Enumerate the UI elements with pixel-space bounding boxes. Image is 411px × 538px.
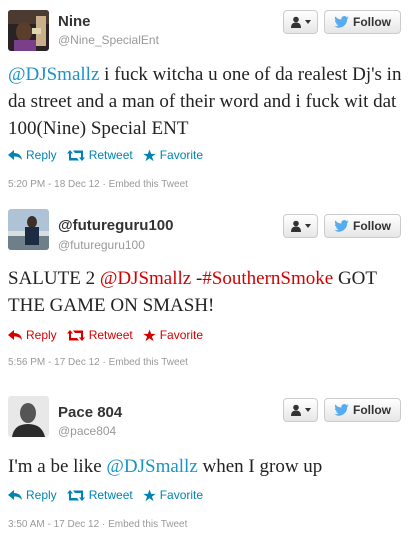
tweet-3: Pace 804 @pace804 Follow I'm a be like @…: [0, 387, 411, 538]
tweet-actions: Reply Retweet Favorite: [8, 488, 203, 502]
follow-label: Follow: [353, 403, 391, 417]
retweet-button[interactable]: Retweet: [66, 488, 133, 502]
embed-link[interactable]: Embed this Tweet: [109, 179, 188, 190]
retweet-label: Retweet: [88, 328, 133, 342]
chevron-down-icon: [305, 20, 311, 24]
user-handle[interactable]: @pace804: [58, 424, 116, 438]
avatar[interactable]: [8, 10, 49, 51]
hashtag-link[interactable]: #SouthernSmoke: [202, 268, 333, 289]
text-segment: SALUTE 2: [8, 268, 100, 289]
tweet-text: @DJSmallz i fuck witcha u one of da real…: [8, 61, 403, 142]
follow-button[interactable]: Follow: [324, 398, 401, 422]
retweet-icon: [66, 489, 85, 501]
separator: ·: [101, 519, 106, 530]
timestamp[interactable]: 3:50 AM - 17 Dec 12: [8, 519, 99, 530]
timestamp[interactable]: 5:20 PM - 18 Dec 12: [8, 179, 100, 190]
favorite-label: Favorite: [159, 328, 204, 342]
follow-button[interactable]: Follow: [324, 214, 401, 238]
favorite-button[interactable]: Favorite: [142, 488, 204, 502]
avatar[interactable]: [8, 396, 49, 437]
timestamp[interactable]: 5:56 PM - 17 Dec 12: [8, 357, 100, 368]
avatar[interactable]: [8, 209, 49, 250]
user-name[interactable]: Pace 804: [58, 404, 122, 421]
retweet-button[interactable]: Retweet: [66, 328, 133, 342]
tweet-text: I'm a be like @DJSmallz when I grow up: [8, 453, 403, 480]
user-actions-button[interactable]: [283, 398, 318, 422]
tweet-text: SALUTE 2 @DJSmallz -#SouthernSmoke GOT T…: [8, 265, 403, 319]
star-icon: [142, 329, 156, 341]
embed-link[interactable]: Embed this Tweet: [108, 519, 187, 530]
user-handle[interactable]: @futureguru100: [58, 238, 145, 252]
separator: ·: [102, 179, 106, 190]
reply-button[interactable]: Reply: [8, 328, 57, 342]
reply-label: Reply: [26, 328, 57, 342]
reply-button[interactable]: Reply: [8, 148, 57, 162]
person-icon: [291, 220, 301, 232]
user-actions-button[interactable]: [283, 214, 318, 238]
favorite-label: Favorite: [159, 148, 204, 162]
tweet-meta: 3:50 AM - 17 Dec 12 · Embed this Tweet: [8, 519, 187, 530]
chevron-down-icon: [305, 408, 311, 412]
retweet-label: Retweet: [88, 488, 133, 502]
reply-button[interactable]: Reply: [8, 488, 57, 502]
tweet-1: Nine @Nine_SpecialEnt Follow @DJSmallz i…: [0, 0, 411, 190]
favorite-button[interactable]: Favorite: [142, 148, 204, 162]
tweet-meta: 5:20 PM - 18 Dec 12 · Embed this Tweet: [8, 179, 188, 190]
favorite-button[interactable]: Favorite: [142, 328, 204, 342]
star-icon: [142, 489, 156, 501]
user-name[interactable]: Nine: [58, 13, 91, 30]
mention-link[interactable]: @DJSmallz: [100, 268, 191, 289]
retweet-label: Retweet: [88, 148, 133, 162]
tweet-actions: Reply Retweet Favorite: [8, 328, 203, 342]
follow-label: Follow: [353, 15, 391, 29]
user-actions-button[interactable]: [283, 10, 318, 34]
star-icon: [142, 149, 156, 161]
tweet-meta: 5:56 PM - 17 Dec 12 · Embed this Tweet: [8, 357, 188, 368]
twitter-bird-icon: [334, 404, 349, 416]
embed-link[interactable]: Embed this Tweet: [109, 357, 188, 368]
retweet-icon: [66, 149, 85, 161]
text-segment: -: [191, 268, 203, 289]
tweet-2: @futureguru100 @futureguru100 Follow SAL…: [0, 200, 411, 375]
user-handle[interactable]: @Nine_SpecialEnt: [58, 33, 159, 47]
person-icon: [291, 404, 301, 416]
user-name[interactable]: @futureguru100: [58, 217, 173, 234]
reply-arrow-icon: [8, 150, 22, 160]
reply-label: Reply: [26, 488, 57, 502]
person-icon: [291, 16, 301, 28]
favorite-label: Favorite: [159, 488, 204, 502]
reply-label: Reply: [26, 148, 57, 162]
reply-arrow-icon: [8, 330, 22, 340]
reply-arrow-icon: [8, 490, 22, 500]
twitter-bird-icon: [334, 16, 349, 28]
tweet-actions: Reply Retweet Favorite: [8, 148, 203, 162]
separator: ·: [102, 357, 106, 368]
follow-button[interactable]: Follow: [324, 10, 401, 34]
retweet-button[interactable]: Retweet: [66, 148, 133, 162]
retweet-icon: [66, 329, 85, 341]
follow-label: Follow: [353, 219, 391, 233]
mention-link[interactable]: @DJSmallz: [106, 456, 197, 477]
mention-link[interactable]: @DJSmallz: [8, 64, 99, 85]
chevron-down-icon: [305, 224, 311, 228]
twitter-bird-icon: [334, 220, 349, 232]
text-segment: when I grow up: [197, 456, 323, 477]
text-segment: I'm a be like: [8, 456, 107, 477]
